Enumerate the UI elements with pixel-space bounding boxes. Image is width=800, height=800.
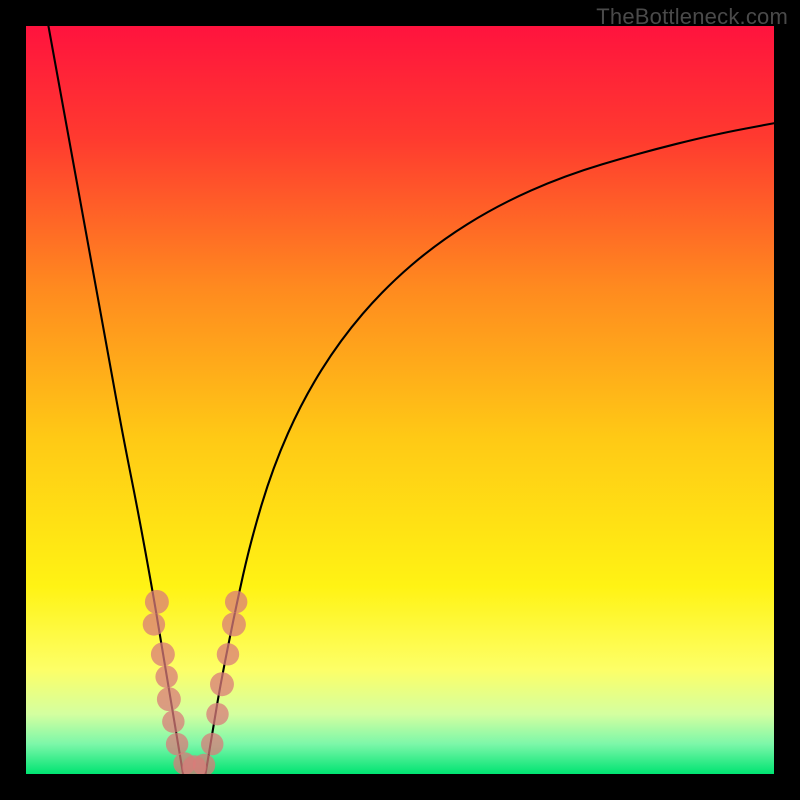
series-right_branch [206, 123, 774, 774]
chart-curves [26, 26, 774, 774]
data-marker [162, 710, 184, 732]
data-marker [206, 703, 228, 725]
data-marker [217, 643, 239, 665]
data-marker [166, 733, 188, 755]
plot-area [26, 26, 774, 774]
data-marker [157, 687, 181, 711]
data-marker [145, 590, 169, 614]
data-marker [222, 612, 246, 636]
chart-frame: TheBottleneck.com [0, 0, 800, 800]
data-marker [210, 672, 234, 696]
data-marker [143, 613, 165, 635]
data-marker [225, 591, 247, 613]
watermark-text: TheBottleneck.com [596, 4, 788, 30]
data-marker [201, 733, 223, 755]
data-marker [151, 642, 175, 666]
data-marker [155, 666, 177, 688]
